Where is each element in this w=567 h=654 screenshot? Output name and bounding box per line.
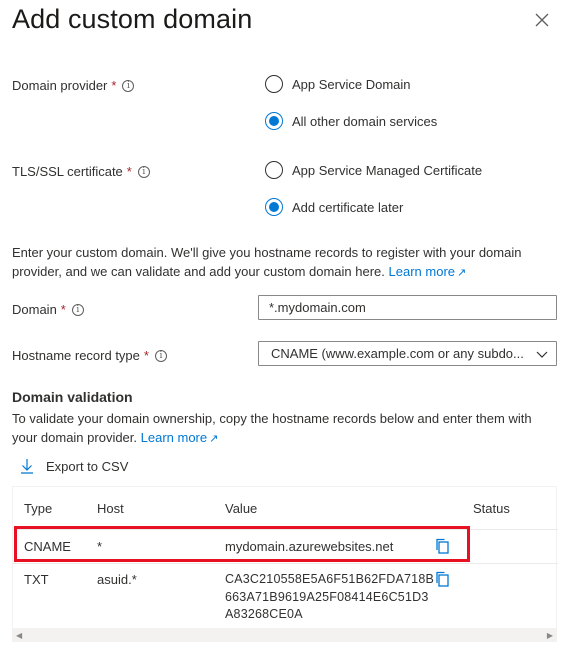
intro-text: Enter your custom domain. We'll give you…	[12, 245, 522, 279]
info-icon[interactable]: i	[137, 165, 150, 178]
download-icon	[21, 459, 33, 474]
page-title: Add custom domain	[12, 4, 253, 34]
cell-host: asuid.*	[97, 572, 137, 587]
external-link-icon: ↗	[209, 433, 219, 445]
cell-type: TXT	[24, 572, 49, 587]
scroll-right-icon[interactable]: ▶	[547, 631, 553, 640]
cname-row-highlight	[14, 526, 470, 562]
radio-app-service-managed-certificate[interactable]: App Service Managed Certificate	[265, 161, 482, 179]
cell-value: CA3C210558E5A6F51B62FDA718B 663A71B9619A…	[225, 572, 435, 621]
radio-circle[interactable]	[265, 161, 283, 179]
scroll-left-icon[interactable]: ◀	[16, 631, 22, 640]
chevron-down-icon	[536, 351, 548, 358]
export-to-csv-button[interactable]: Export to CSV	[20, 458, 128, 474]
copy-icon[interactable]	[434, 571, 450, 587]
close-icon[interactable]	[532, 10, 552, 30]
column-header-type: Type	[24, 501, 53, 516]
hostname-record-type-dropdown[interactable]: CNAME (www.example.com or any subdo...	[258, 341, 557, 366]
row-divider	[13, 563, 558, 564]
domain-input[interactable]: *.mydomain.com	[258, 295, 557, 320]
radio-add-certificate-later[interactable]: Add certificate later	[265, 198, 403, 216]
radio-circle[interactable]	[265, 112, 283, 130]
radio-circle[interactable]	[265, 75, 283, 93]
domain-validation-heading: Domain validation	[12, 389, 133, 405]
domain-validation-text: To validate your domain ownership, copy …	[12, 411, 532, 445]
tls-ssl-label: TLS/SSL certificate * i	[12, 164, 150, 179]
learn-more-link[interactable]: Learn more ↗	[141, 430, 219, 445]
hostname-record-type-label: Hostname record type * i	[12, 348, 167, 363]
info-icon[interactable]: i	[122, 79, 135, 92]
horizontal-scrollbar[interactable]: ◀ ▶	[12, 628, 557, 642]
column-header-value: Value	[225, 501, 258, 516]
domain-label: Domain * i	[12, 302, 84, 317]
column-header-host: Host	[97, 501, 124, 516]
column-header-status: Status	[473, 501, 510, 516]
radio-circle[interactable]	[265, 198, 283, 216]
domain-provider-label: Domain provider * i	[12, 78, 135, 93]
info-icon[interactable]: i	[154, 349, 167, 362]
radio-app-service-domain[interactable]: App Service Domain	[265, 75, 411, 93]
info-icon[interactable]: i	[71, 303, 84, 316]
external-link-icon: ↗	[457, 267, 467, 279]
learn-more-link[interactable]: Learn more ↗	[389, 264, 467, 279]
radio-all-other-domain-services[interactable]: All other domain services	[265, 112, 437, 130]
hostname-records-table: Type Host Value Status CNAME * mydomain.…	[12, 486, 558, 642]
